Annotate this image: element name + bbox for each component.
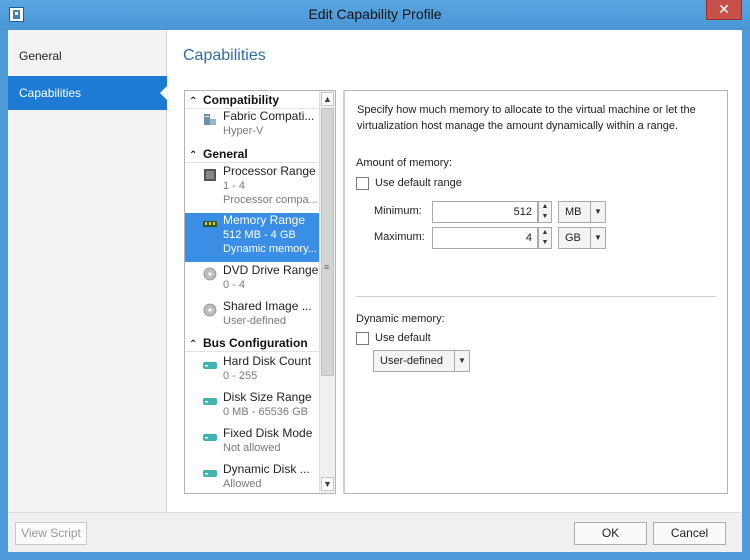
item-value: 0 - 4	[223, 279, 246, 291]
use-default-range-label: Use default range	[375, 177, 462, 189]
page-title: Capabilities	[183, 47, 266, 64]
item-value: 0 MB - 65536 GB	[223, 406, 308, 418]
list-item-disk-size-range[interactable]: Disk Size Range 0 MB - 65536 GB	[185, 390, 320, 425]
dynamic-memory-label: Dynamic memory:	[356, 313, 445, 325]
collapse-chevron-icon: ⌃	[189, 339, 198, 350]
item-extra: Processor compa...	[223, 194, 318, 206]
dropdown-arrow-icon: ▼	[590, 228, 605, 248]
fixed-disk-icon	[203, 434, 217, 441]
shared-image-icon	[203, 303, 217, 317]
fabric-icon	[204, 114, 216, 125]
use-default-range-checkbox[interactable]	[356, 177, 369, 190]
dynamic-mode-select[interactable]: User-defined ▼	[373, 350, 470, 372]
list-item-fixed-disk-mode[interactable]: Fixed Disk Mode Not allowed	[185, 426, 320, 461]
item-name: Disk Size Range	[223, 390, 312, 404]
item-name: Memory Range	[223, 213, 306, 227]
list-item-memory-range[interactable]: Memory Range 512 MB - 4 GB Dynamic memor…	[185, 213, 320, 262]
list-item-dvd-drive-range[interactable]: DVD Drive Range 0 - 4	[185, 263, 320, 298]
dialog-footer: View Script OK Cancel	[8, 512, 742, 552]
minimum-input[interactable]: 512	[432, 201, 538, 223]
title-bar[interactable]: Edit Capability Profile ✕	[0, 0, 750, 30]
list-item-hard-disk-count[interactable]: Hard Disk Count 0 - 255	[185, 354, 320, 389]
use-default-checkbox[interactable]	[356, 332, 369, 345]
item-name: Fabric Compati...	[223, 109, 315, 123]
amount-of-memory-label: Amount of memory:	[356, 157, 452, 169]
grip-icon: ≡	[324, 262, 330, 272]
view-script-button[interactable]: View Script	[15, 522, 87, 545]
maximum-unit-select[interactable]: GB ▼	[558, 227, 606, 249]
dynamic-disk-icon	[203, 470, 217, 477]
nav-item-capabilities[interactable]: Capabilities	[8, 76, 168, 110]
item-name: Fixed Disk Mode	[223, 426, 313, 440]
item-extra: Dynamic memory...	[223, 243, 317, 255]
dropdown-arrow-icon: ▼	[590, 202, 605, 222]
item-value: 1 - 4	[223, 180, 246, 192]
nav-item-general[interactable]: General	[8, 39, 167, 73]
maximum-label: Maximum:	[374, 231, 425, 243]
capability-list[interactable]: ⌃ Compatibility Fabric Compati... Hyper-V…	[184, 90, 336, 494]
dialog-client: General Capabilities Capabilities ⌃ Compa…	[8, 30, 742, 552]
memory-icon	[203, 221, 217, 227]
scroll-up-icon[interactable]: ▲	[321, 92, 334, 106]
processor-icon	[204, 169, 216, 181]
hard-disk-icon	[203, 362, 217, 369]
item-value: 512 MB - 4 GB	[223, 229, 296, 241]
minimum-spinner[interactable]: ▲ ▼	[538, 201, 552, 223]
dialog-window: Edit Capability Profile ✕ General Capabi…	[0, 0, 750, 560]
memory-description: Specify how much memory to allocate to t…	[357, 104, 696, 132]
item-value: 0 - 255	[223, 370, 258, 382]
minimum-unit-select[interactable]: MB ▼	[558, 201, 606, 223]
close-button[interactable]: ✕	[706, 0, 742, 20]
item-value: User-defined	[223, 315, 286, 327]
maximum-spinner[interactable]: ▲ ▼	[538, 227, 552, 249]
group-compatibility[interactable]: ⌃ Compatibility	[185, 91, 320, 109]
group-general[interactable]: ⌃ General	[185, 145, 320, 163]
dvd-icon	[203, 267, 217, 281]
item-name: Dynamic Disk ...	[223, 462, 310, 476]
list-item-dynamic-disk[interactable]: Dynamic Disk ... Allowed	[185, 462, 320, 493]
scroll-down-icon[interactable]: ▼	[321, 477, 334, 491]
section-divider	[356, 296, 716, 297]
cancel-button[interactable]: Cancel	[653, 522, 726, 545]
item-name: Shared Image ...	[223, 299, 312, 313]
item-value: Allowed	[223, 478, 262, 490]
minimum-label: Minimum:	[374, 205, 422, 217]
list-scrollbar[interactable]: ▲ ≡ ▼	[319, 91, 335, 493]
left-nav: General Capabilities	[8, 30, 168, 512]
detail-panel: Specify how much memory to allocate to t…	[343, 90, 728, 494]
item-value: Hyper-V	[223, 125, 264, 137]
dropdown-arrow-icon: ▼	[454, 351, 469, 371]
collapse-chevron-icon: ⌃	[189, 150, 198, 161]
list-item-fabric-compatibility[interactable]: Fabric Compati... Hyper-V	[185, 109, 320, 144]
list-item-processor-range[interactable]: Processor Range 1 - 4 Processor compa...	[185, 164, 320, 213]
group-bus-configuration[interactable]: ⌃ Bus Configuration	[185, 334, 320, 352]
item-name: Processor Range	[223, 164, 316, 178]
item-name: Hard Disk Count	[223, 354, 312, 368]
scroll-thumb[interactable]	[321, 108, 334, 376]
window-title: Edit Capability Profile	[308, 6, 442, 22]
item-name: DVD Drive Range	[223, 263, 319, 277]
use-default-label: Use default	[375, 332, 431, 344]
list-item-shared-image[interactable]: Shared Image ... User-defined	[185, 299, 320, 334]
disk-size-icon	[203, 398, 217, 405]
maximum-input[interactable]: 4	[432, 227, 538, 249]
item-value: Not allowed	[223, 442, 281, 454]
ok-button[interactable]: OK	[574, 522, 647, 545]
